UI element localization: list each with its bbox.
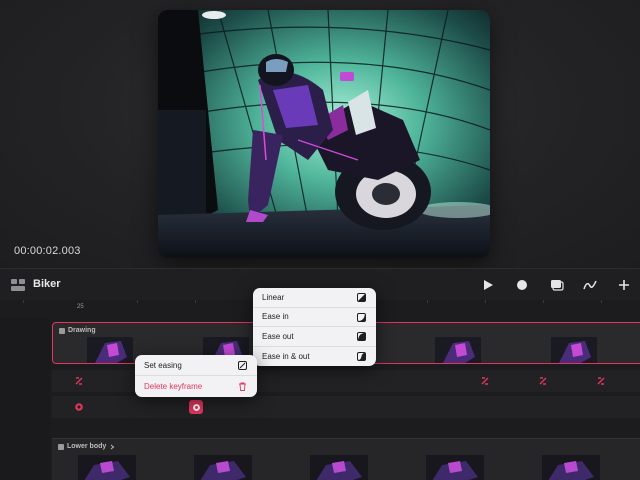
keyframe-transform-icon[interactable] bbox=[74, 376, 84, 386]
ease-in-out-curve-icon bbox=[357, 351, 366, 361]
easing-option-ease-in-out[interactable]: Ease in & out bbox=[253, 347, 376, 367]
set-easing-label: Set easing bbox=[144, 360, 182, 370]
project-title: Biker bbox=[33, 278, 61, 290]
frame-thumbnail[interactable] bbox=[310, 455, 368, 480]
ease-in-curve-icon bbox=[357, 312, 366, 322]
ease-out-curve-icon bbox=[357, 332, 366, 341]
play-icon bbox=[484, 280, 493, 290]
play-button[interactable] bbox=[478, 275, 498, 295]
chevron-right-icon[interactable] bbox=[109, 444, 115, 450]
keyframe-transform-icon[interactable] bbox=[596, 376, 606, 386]
keyframe-rotation-icon bbox=[192, 403, 200, 411]
easing-menu: Linear Ease in Ease out Ease in & out bbox=[253, 288, 376, 366]
timecode: 00:00:02.003 bbox=[14, 245, 81, 257]
easing-option-ease-out[interactable]: Ease out bbox=[253, 327, 376, 347]
animation-stage[interactable] bbox=[158, 10, 490, 258]
trash-icon bbox=[239, 382, 246, 391]
easing-option-label: Ease in & out bbox=[262, 351, 310, 361]
delete-keyframe-label: Delete keyframe bbox=[144, 382, 203, 391]
drawing-track-header: Drawing bbox=[59, 327, 96, 334]
linear-curve-icon bbox=[357, 293, 366, 302]
selected-keyframe[interactable] bbox=[189, 400, 203, 414]
onion-skin-button[interactable] bbox=[547, 275, 567, 295]
frame-thumbnail[interactable] bbox=[78, 455, 136, 480]
lower-body-track-header: Lower body bbox=[58, 443, 115, 450]
add-button[interactable] bbox=[614, 275, 634, 295]
lower-body-track[interactable]: Lower body bbox=[52, 438, 640, 480]
easing-option-linear[interactable]: Linear bbox=[253, 288, 376, 308]
playhead-frame-label: 25 bbox=[77, 304, 84, 310]
frame-thumbnail[interactable] bbox=[542, 455, 600, 480]
add-icon bbox=[619, 280, 629, 290]
visibility-checkbox[interactable] bbox=[59, 327, 65, 334]
set-easing-menu-item[interactable]: Set easing bbox=[135, 355, 257, 376]
keyframe-transform-icon[interactable] bbox=[480, 376, 490, 386]
easing-option-label: Ease in bbox=[262, 312, 289, 322]
keyframe-transform-icon[interactable] bbox=[538, 376, 548, 386]
easing-curve-icon bbox=[238, 361, 247, 370]
onion-skin-icon bbox=[551, 280, 564, 291]
visibility-checkbox[interactable] bbox=[58, 443, 64, 450]
delete-keyframe-menu-item[interactable]: Delete keyframe bbox=[135, 376, 257, 397]
layers-icon[interactable] bbox=[11, 279, 25, 291]
biker-artwork bbox=[158, 10, 490, 258]
keyframe-row-rotation bbox=[52, 396, 640, 418]
keyframe-context-menu: Set easing Delete keyframe bbox=[135, 355, 257, 397]
frame-thumbnail[interactable] bbox=[194, 455, 252, 480]
easing-option-label: Linear bbox=[262, 292, 285, 302]
easing-option-label: Ease out bbox=[262, 331, 294, 341]
frame-thumbnail[interactable] bbox=[551, 337, 597, 363]
track-gutter bbox=[0, 318, 50, 480]
frame-thumbnail[interactable] bbox=[435, 337, 481, 363]
draw-button[interactable] bbox=[580, 275, 600, 295]
preview-canvas: 00:00:02.003 bbox=[0, 0, 640, 268]
record-button[interactable] bbox=[512, 275, 532, 295]
drawing-track-label: Drawing bbox=[68, 327, 96, 334]
draw-icon bbox=[583, 280, 597, 290]
easing-option-ease-in[interactable]: Ease in bbox=[253, 308, 376, 327]
frame-thumbnail[interactable] bbox=[87, 337, 133, 363]
frame-thumbnail[interactable] bbox=[426, 455, 484, 480]
record-icon bbox=[517, 280, 527, 290]
lower-body-track-label: Lower body bbox=[67, 443, 107, 450]
keyframe-rotation-icon[interactable] bbox=[74, 402, 84, 412]
